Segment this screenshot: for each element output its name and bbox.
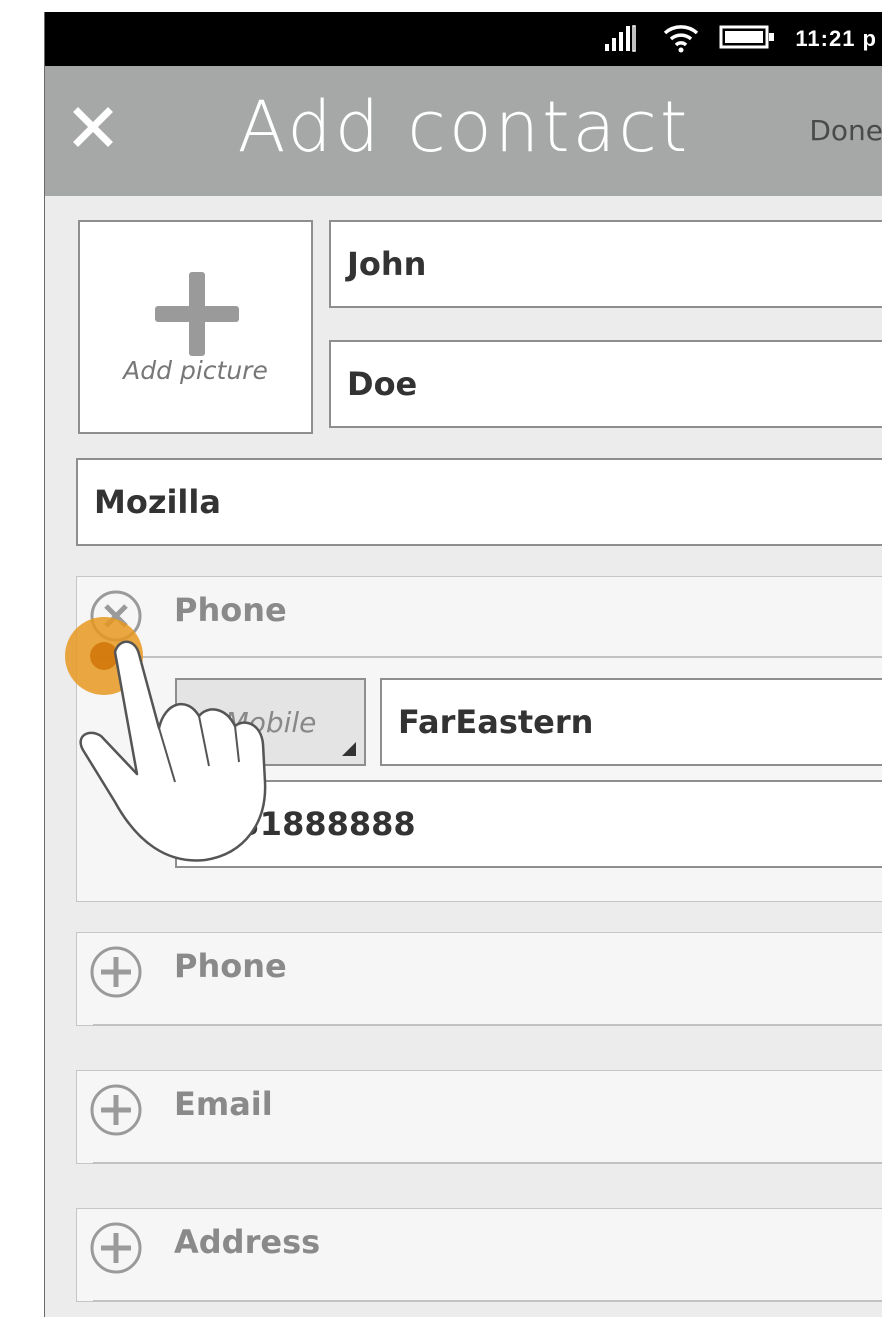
signal-icon — [603, 22, 643, 56]
add-email-section[interactable]: Email — [76, 1070, 882, 1164]
add-icon[interactable] — [89, 945, 143, 999]
phone-screen: 11:21 p Add contact Done Add picture Joh… — [44, 12, 882, 1317]
company-field[interactable]: Mozilla — [76, 458, 882, 546]
header-bar: Add contact Done — [45, 66, 882, 196]
divider — [93, 1162, 882, 1164]
pointing-hand-icon — [79, 640, 267, 862]
page-title: Add contact — [237, 86, 691, 168]
first-name-field[interactable]: John — [329, 220, 882, 308]
add-phone-section[interactable]: Phone — [76, 932, 882, 1026]
plus-icon — [155, 272, 239, 356]
done-button[interactable]: Done — [809, 114, 882, 147]
add-address-section[interactable]: Address — [76, 1208, 882, 1302]
phone-section-label: Phone — [174, 591, 287, 629]
carrier-field[interactable]: FarEastern — [380, 678, 882, 766]
add-picture-label: Add picture — [123, 356, 268, 385]
status-time: 11:21 p — [795, 26, 877, 51]
add-phone-label: Phone — [174, 947, 287, 985]
add-picture-button[interactable]: Add picture — [78, 220, 313, 434]
divider — [93, 1024, 882, 1026]
battery-icon — [719, 24, 777, 54]
add-email-label: Email — [174, 1085, 273, 1123]
status-bar: 11:21 p — [45, 12, 882, 66]
dropdown-arrow-icon — [342, 742, 356, 756]
divider — [93, 1300, 882, 1302]
last-name-field[interactable]: Doe — [329, 340, 882, 428]
add-icon[interactable] — [89, 1221, 143, 1275]
wifi-icon — [661, 21, 701, 57]
add-icon[interactable] — [89, 1083, 143, 1137]
add-address-label: Address — [174, 1223, 321, 1261]
